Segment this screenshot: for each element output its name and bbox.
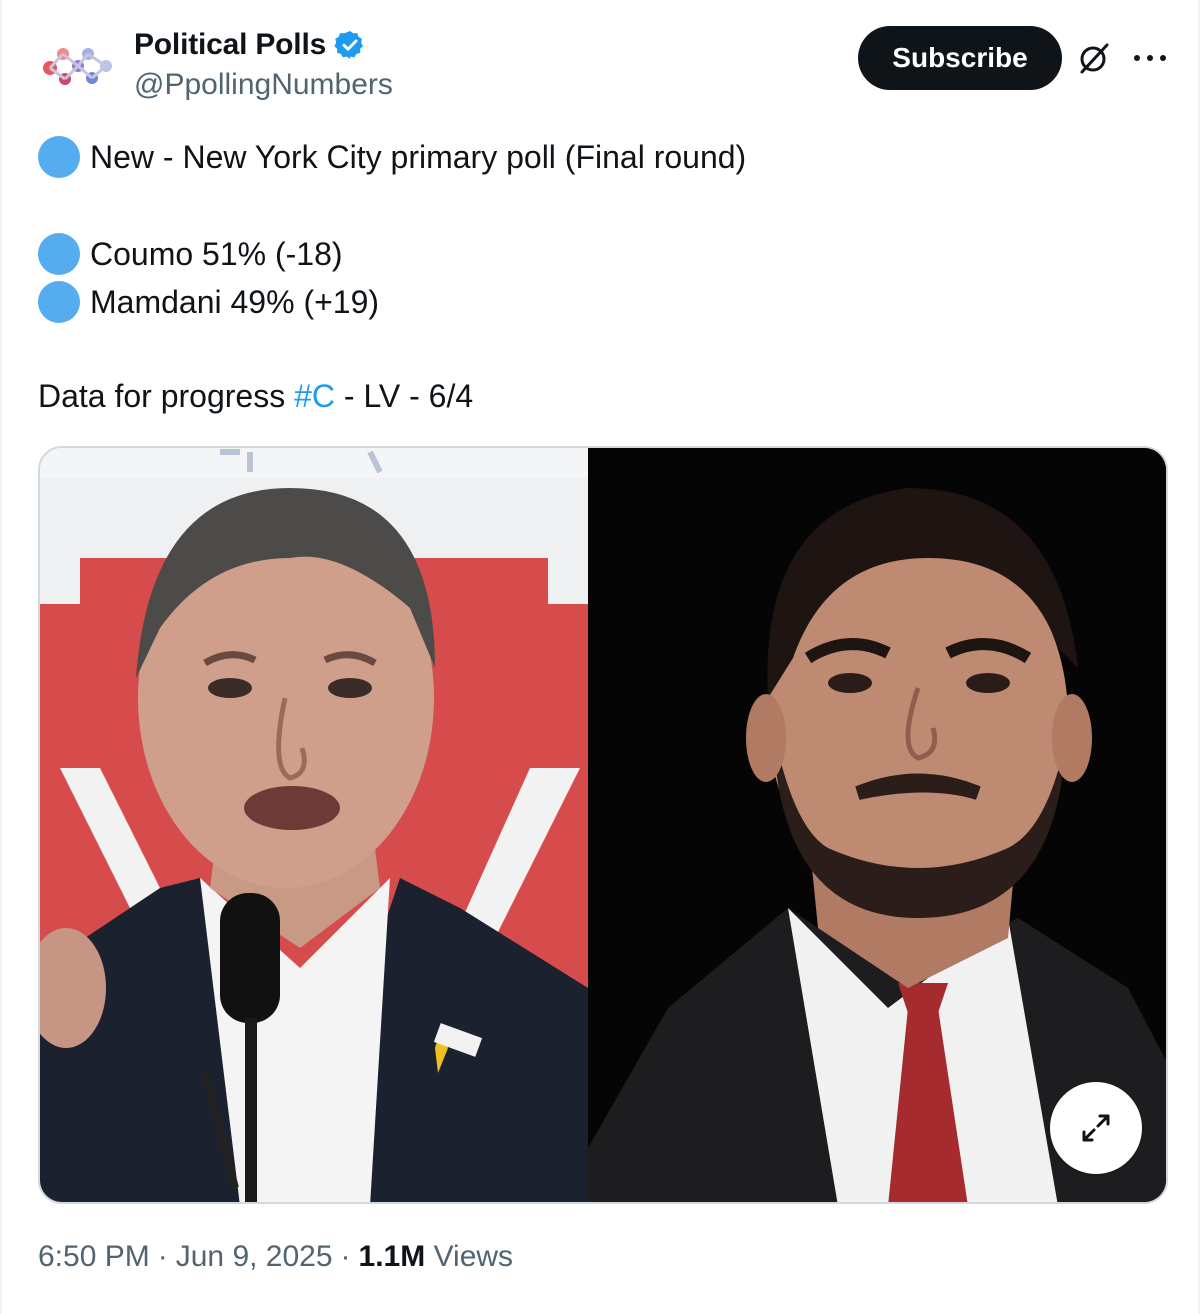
source-suffix-text: - LV - 6/4 — [335, 378, 474, 414]
tweet-line-cuomo: Coumo 51% (-18) — [38, 233, 343, 275]
author-handle[interactable]: @PpollingNumbers — [134, 68, 393, 102]
tweet-line-mamdani: Mamdani 49% (+19) — [38, 281, 379, 323]
more-icon[interactable] — [1130, 40, 1170, 76]
more-dot — [1147, 55, 1153, 61]
expand-icon — [1082, 1114, 1110, 1142]
views-label: Views — [433, 1240, 514, 1273]
cuomo-photo[interactable] — [40, 448, 588, 1204]
separator-dot: · — [157, 1240, 168, 1273]
blue-circle-emoji — [38, 281, 80, 323]
author-display-name[interactable]: Political Polls — [134, 28, 366, 62]
view-stats[interactable]: 1.1M Views — [359, 1240, 514, 1274]
tweet-date[interactable]: Jun 9, 2025 — [176, 1240, 333, 1274]
cuomo-result-text: Coumo 51% (-18) — [90, 235, 343, 272]
hashtag-link[interactable]: #C — [294, 378, 335, 415]
grok-icon[interactable] — [1076, 40, 1112, 76]
political-polls-logo-icon — [43, 48, 112, 85]
more-dot — [1134, 55, 1140, 61]
tweet-meta: 6:50 PM · Jun 9, 2025 · 1.1M Views — [38, 1240, 513, 1274]
blue-circle-emoji — [38, 136, 80, 178]
headline-text: New - New York City primary poll (Final … — [90, 138, 747, 175]
expand-button[interactable] — [1050, 1082, 1142, 1174]
source-text: Data for progress — [38, 378, 295, 414]
views-count: 1.1M — [358, 1240, 426, 1273]
tweet-media[interactable] — [38, 446, 1168, 1204]
tweet-line-source: Data for progress #C - LV - 6/4 — [38, 378, 473, 415]
blue-circle-emoji — [38, 233, 80, 275]
subscribe-button[interactable]: Subscribe — [858, 26, 1062, 90]
mamdani-result-text: Mamdani 49% (+19) — [90, 283, 380, 320]
separator-dot: · — [340, 1240, 351, 1273]
display-name-text: Political Polls — [134, 28, 327, 61]
tweet-line-headline: New - New York City primary poll (Final … — [38, 136, 746, 178]
tweet-time[interactable]: 6:50 PM — [38, 1240, 150, 1274]
more-dot — [1160, 55, 1166, 61]
tweet-card: Political Polls @PpollingNumbers Subscri… — [0, 0, 1200, 1314]
verified-badge-icon[interactable] — [334, 29, 366, 61]
avatar[interactable] — [36, 28, 116, 108]
